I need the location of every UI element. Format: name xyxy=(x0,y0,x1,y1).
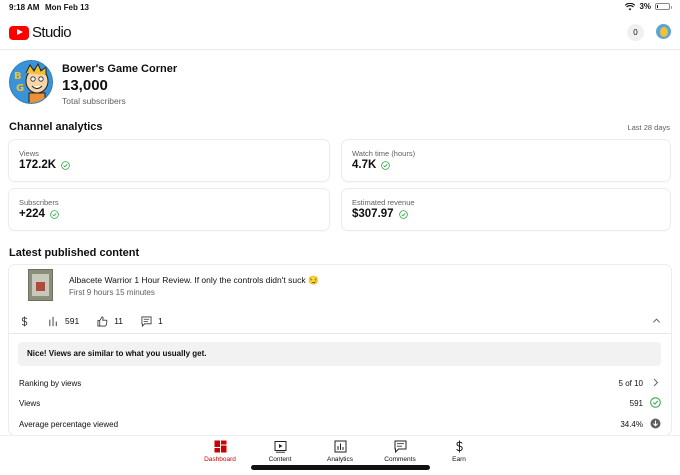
dollar-icon xyxy=(21,316,28,326)
nav-content[interactable]: Content xyxy=(250,440,310,463)
video-period: First 9 hours 15 minutes xyxy=(69,288,155,297)
status-bar: 9:18 AM Mon Feb 13 3% xyxy=(0,0,680,14)
arrow-down-circle-icon xyxy=(650,418,661,429)
revenue-card[interactable]: Estimated revenue $307.97 xyxy=(342,189,670,230)
svg-text:G: G xyxy=(16,83,24,94)
status-time: 9:18 AM xyxy=(9,3,40,12)
watch-time-card[interactable]: Watch time (hours) 4.7K xyxy=(342,140,670,181)
comments-stat[interactable]: 1 xyxy=(141,316,163,327)
content-divider xyxy=(9,333,671,334)
svg-text:B: B xyxy=(14,71,22,82)
card-value-row: +224 xyxy=(19,208,59,220)
video-thumbnail[interactable] xyxy=(28,269,53,301)
metric-views[interactable]: Views 591 xyxy=(19,397,661,411)
card-value: 4.7K xyxy=(352,159,377,171)
dollar-icon xyxy=(455,440,463,453)
nav-analytics[interactable]: Analytics xyxy=(310,440,370,463)
check-circle-icon xyxy=(61,160,70,170)
channel-avatar-art: B G xyxy=(10,61,52,103)
card-value: $307.97 xyxy=(352,208,394,220)
notifications-button[interactable]: 0 xyxy=(627,24,644,41)
content-icon xyxy=(274,441,286,453)
comments-icon xyxy=(394,440,406,453)
analytics-title: Channel analytics xyxy=(9,121,103,133)
views-card[interactable]: Views 172.2K xyxy=(9,140,329,181)
metric-avg-percent[interactable]: Average percentage viewed 34.4% xyxy=(19,418,661,432)
chevron-up-icon[interactable] xyxy=(652,316,661,325)
nav-dashboard[interactable]: Dashboard xyxy=(190,440,250,463)
comments-count: 1 xyxy=(158,316,163,326)
check-circle-icon xyxy=(398,209,408,219)
likes-stat[interactable]: 11 xyxy=(97,316,123,327)
card-value-row: $307.97 xyxy=(352,208,408,220)
subscriber-count: 13,000 xyxy=(62,77,108,94)
dashboard-icon xyxy=(214,440,226,453)
comment-icon xyxy=(141,316,152,327)
metric-ranking[interactable]: Ranking by views 5 of 10 xyxy=(19,377,661,391)
card-label: Watch time (hours) xyxy=(352,149,416,158)
thumbs-up-icon xyxy=(97,316,108,326)
home-indicator[interactable] xyxy=(251,465,430,470)
analytics-range: Last 28 days xyxy=(627,123,670,132)
metric-label: Average percentage viewed xyxy=(19,420,119,429)
channel-avatar[interactable]: B G xyxy=(9,60,53,104)
nav-earn[interactable]: Earn xyxy=(429,440,489,463)
studio-logo[interactable]: Studio xyxy=(9,24,72,41)
views-stat[interactable]: 591 xyxy=(48,316,79,327)
metric-label: Ranking by views xyxy=(19,379,82,388)
analytics-icon xyxy=(334,440,346,453)
card-value: +224 xyxy=(19,208,45,220)
metric-value: 34.4% xyxy=(620,420,643,429)
wifi-icon xyxy=(625,2,636,10)
views-count: 591 xyxy=(65,316,80,326)
check-circle-icon xyxy=(381,160,391,170)
latest-title: Latest published content xyxy=(9,247,140,259)
video-stats-row: 591 11 1 xyxy=(19,313,661,329)
nav-label: Dashboard xyxy=(204,456,236,463)
card-value-row: 4.7K xyxy=(352,159,391,171)
battery-percent: 3% xyxy=(639,2,651,11)
subscriber-label: Total subscribers xyxy=(62,96,126,106)
nav-label: Content xyxy=(268,456,292,463)
channel-name: Bower's Game Corner xyxy=(62,63,178,75)
check-circle-icon xyxy=(50,209,59,219)
card-label: Views xyxy=(19,149,39,158)
check-circle-icon xyxy=(650,397,661,408)
subscribers-card[interactable]: Subscribers +224 xyxy=(9,189,329,230)
account-avatar[interactable] xyxy=(656,24,671,39)
battery-icon xyxy=(655,3,672,10)
performance-banner: Nice! Views are similar to what you usua… xyxy=(18,342,661,366)
nav-label: Comments xyxy=(384,456,416,463)
card-label: Estimated revenue xyxy=(352,198,415,207)
likes-count: 11 xyxy=(114,316,124,326)
revenue-stat[interactable] xyxy=(19,316,30,327)
header-divider xyxy=(0,49,680,50)
status-right: 3% xyxy=(625,2,672,11)
metric-value: 591 xyxy=(629,399,643,408)
latest-content-card: Albacete Warrior 1 Hour Review. If only … xyxy=(9,265,671,435)
video-title[interactable]: Albacete Warrior 1 Hour Review. If only … xyxy=(69,275,319,286)
status-date: Mon Feb 13 xyxy=(45,3,90,12)
card-value: 172.2K xyxy=(19,159,57,171)
top-bar: Studio 0 xyxy=(0,18,680,48)
card-label: Subscribers xyxy=(19,198,59,207)
youtube-play-icon xyxy=(9,25,29,40)
metric-value: 5 of 10 xyxy=(618,379,643,388)
nav-label: Analytics xyxy=(326,456,353,463)
card-value-row: 172.2K xyxy=(19,159,70,171)
nav-label: Earn xyxy=(452,456,466,463)
battery-level xyxy=(657,5,658,8)
logo-text: Studio xyxy=(32,24,72,41)
chevron-right-icon xyxy=(653,378,659,387)
bar-chart-icon xyxy=(49,316,57,326)
metric-label: Views xyxy=(19,399,41,408)
nav-comments[interactable]: Comments xyxy=(370,440,430,463)
